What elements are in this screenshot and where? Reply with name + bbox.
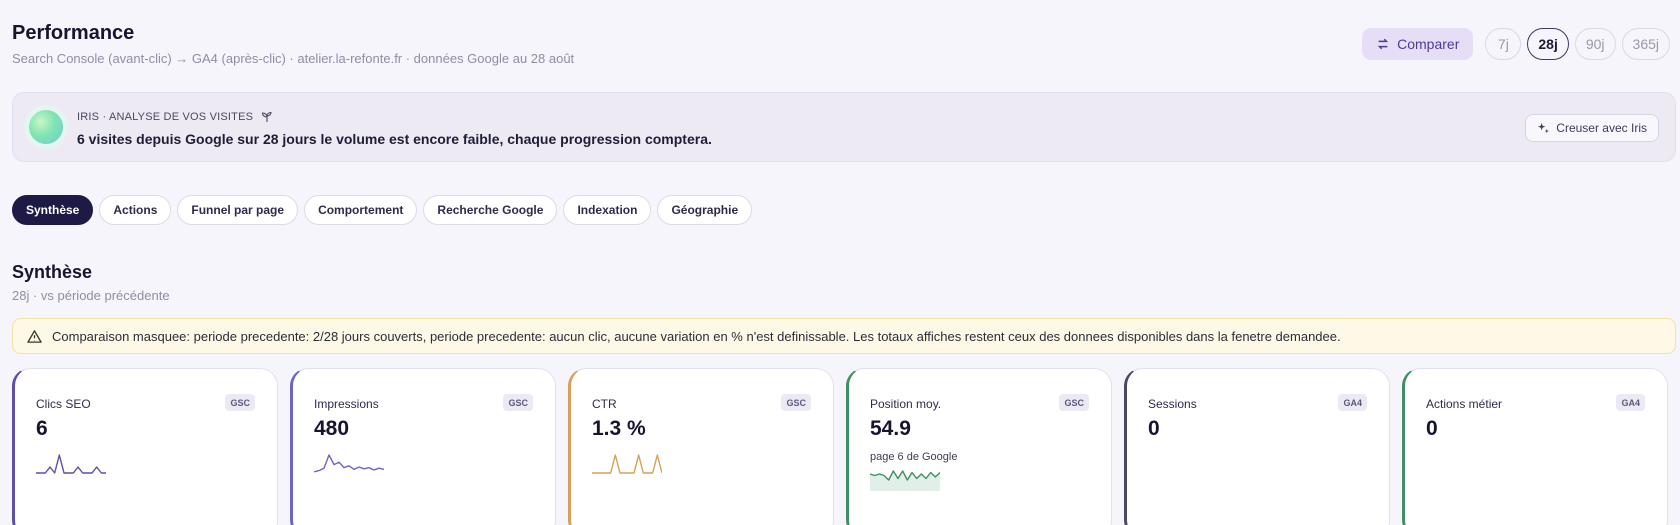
tab-geographie[interactable]: Géographie — [657, 195, 753, 225]
period-365j[interactable]: 365j — [1621, 28, 1670, 60]
iris-message: 6 visites depuis Google sur 28 jours le … — [77, 131, 712, 147]
source-badge: GA4 — [1616, 394, 1645, 411]
metric-value: 54.9 — [870, 417, 911, 440]
sparkline-line — [592, 454, 662, 474]
source-badge: GSC — [1059, 394, 1089, 411]
iris-insight-card: IRIS · ANALYSE DE VOS VISITES 6 visites … — [12, 92, 1676, 162]
metric-card-actions-metier[interactable]: Actions métier GA4 0 — [1402, 368, 1668, 525]
iris-avatar — [29, 110, 63, 144]
iris-label-text: IRIS · ANALYSE DE VOS VISITES — [77, 111, 254, 123]
comparison-warning: Comparaison masquee: periode precedente:… — [12, 318, 1676, 354]
compare-button[interactable]: Comparer — [1362, 28, 1474, 60]
metric-card-clics-seo[interactable]: Clics SEO GSC 6 — [12, 368, 278, 525]
sparkline — [36, 454, 106, 474]
source-badge: GSC — [781, 394, 811, 411]
sparkline-line — [314, 454, 384, 473]
source-badge: GSC — [225, 394, 255, 411]
metric-label: Clics SEO — [36, 397, 91, 411]
sparkle-icon — [1538, 122, 1550, 133]
metric-note: page 6 de Google — [870, 451, 958, 463]
sparkline — [314, 454, 384, 473]
creuser-avec-iris-button[interactable]: Creuser avec Iris — [1525, 114, 1659, 142]
metric-value: 480 — [314, 417, 350, 440]
sprout-icon — [262, 111, 272, 122]
warning-text: Comparaison masquee: periode precedente:… — [52, 328, 1341, 344]
metric-value: 0 — [1148, 417, 1160, 440]
iris-label: IRIS · ANALYSE DE VOS VISITES — [77, 111, 273, 123]
tab-funnel-par-page[interactable]: Funnel par page — [177, 195, 299, 225]
top-controls: Comparer 7j 28j 90j 365j — [1362, 28, 1670, 60]
compare-button-label: Comparer — [1397, 36, 1460, 52]
compare-arrows-icon — [1377, 38, 1389, 50]
period-28j[interactable]: 28j — [1527, 28, 1569, 60]
tab-indexation[interactable]: Indexation — [563, 195, 652, 225]
page-title: Performance — [12, 22, 135, 44]
sparkline — [592, 454, 662, 474]
tab-bar: Synthèse Actions Funnel par page Comport… — [12, 195, 753, 225]
metric-label: Sessions — [1148, 397, 1197, 411]
metric-value: 1.3 % — [592, 417, 646, 440]
metric-card-impressions[interactable]: Impressions GSC 480 — [290, 368, 556, 525]
sparkline — [870, 470, 940, 491]
metric-label: CTR — [592, 397, 617, 411]
tab-comportement[interactable]: Comportement — [304, 195, 418, 225]
metric-value: 0 — [1426, 417, 1438, 440]
metric-card-position-moy[interactable]: Position moy. GSC 54.9 page 6 de Google — [846, 368, 1112, 525]
page-subtitle: Search Console (avant-clic) → GA4 (après… — [12, 51, 575, 66]
metric-card-sessions[interactable]: Sessions GA4 0 — [1124, 368, 1390, 525]
warning-icon — [27, 329, 42, 343]
metric-label: Actions métier — [1426, 397, 1503, 411]
metric-card-ctr[interactable]: CTR GSC 1.3 % — [568, 368, 834, 525]
tab-recherche-google[interactable]: Recherche Google — [423, 195, 558, 225]
tab-synthese[interactable]: Synthèse — [12, 195, 94, 225]
source-badge: GSC — [503, 394, 533, 411]
section-title: Synthèse — [12, 262, 93, 282]
source-badge: GA4 — [1338, 394, 1367, 411]
page-header: Performance Search Console (avant-clic) … — [12, 22, 574, 66]
metric-value: 6 — [36, 417, 48, 440]
metric-label: Impressions — [314, 397, 379, 411]
period-90j[interactable]: 90j — [1574, 28, 1616, 60]
section-subtitle: 28j · vs période précédente — [12, 288, 170, 303]
period-7j[interactable]: 7j — [1485, 28, 1522, 60]
sparkline-line — [36, 454, 106, 474]
metrics-cards: Clics SEO GSC 6 Impressions GSC 480 CTR … — [12, 368, 1668, 525]
metric-label: Position moy. — [870, 397, 942, 411]
tab-actions[interactable]: Actions — [99, 195, 172, 225]
creuser-button-label: Creuser avec Iris — [1556, 121, 1647, 135]
